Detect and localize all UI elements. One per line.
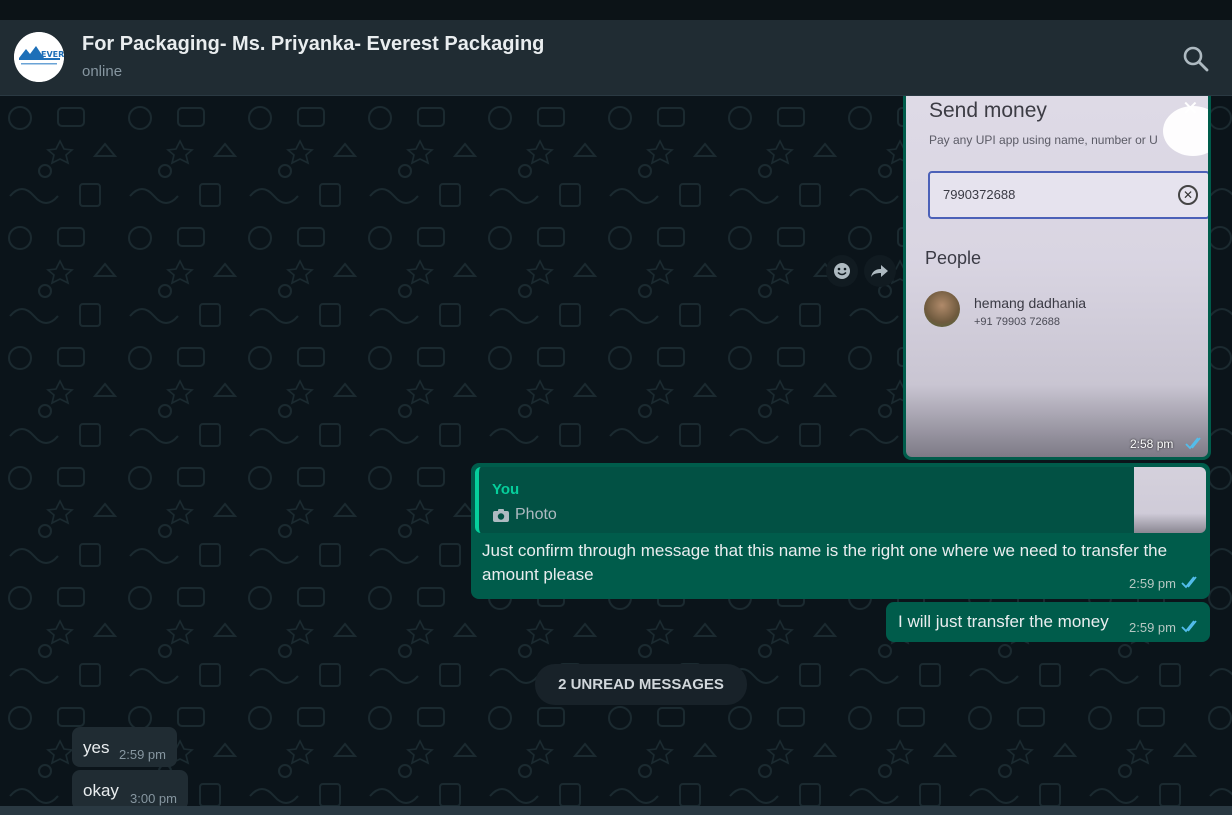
message-time: 2:58 pm [1130,437,1174,451]
quote-thumbnail [1134,467,1206,533]
message-text: yes [83,738,110,757]
chat-header[interactable]: EVEREST For Packaging- Ms. Priyanka- Eve… [0,20,1232,96]
quote-type: Photo [492,506,557,524]
react-button[interactable] [826,255,858,287]
search-icon [1183,46,1209,72]
message-time: 2:59 pm [1129,576,1176,591]
image-message[interactable]: Send money ✕ Pay any UPI app using name,… [903,96,1211,460]
message-text: okay [83,781,119,800]
message-time: 3:00 pm [130,791,177,806]
photo-text-title: Send money [929,99,1047,122]
incoming-message[interactable]: yes 2:59 pm [72,727,177,767]
chat-title[interactable]: For Packaging- Ms. Priyanka- Everest Pac… [82,33,544,56]
camera-icon [493,508,509,522]
photo-text-section: People [925,248,982,268]
photo-person-phone: +91 79903 72688 [974,316,1060,328]
unread-divider: 2 UNREAD MESSAGES [535,664,747,705]
photo-input-box: 7990372688 ✕ [928,171,1208,219]
double-tick-read-icon [1185,437,1201,450]
photo-person-avatar [924,291,960,327]
double-tick-read-icon [1181,576,1197,589]
quote-type-label: Photo [515,506,557,523]
photo-preview[interactable]: Send money ✕ Pay any UPI app using name,… [906,96,1208,457]
window-top-strip [0,0,1232,20]
forward-button[interactable] [864,255,896,287]
contact-avatar[interactable]: EVEREST [14,32,64,82]
reply-message[interactable]: You Photo Just confirm through message t… [471,463,1210,599]
photo-input-value: 7990372688 [943,187,1016,202]
chat-status: online [82,63,123,80]
photo-text-subtitle: Pay any UPI app using name, number or U [929,133,1158,147]
avatar-text: EVEREST [41,50,64,59]
incoming-message[interactable]: okay 3:00 pm [72,770,188,806]
composer-edge [0,806,1232,815]
quoted-message[interactable]: You Photo [475,467,1206,533]
forward-icon [871,265,888,277]
quote-author: You [492,481,520,498]
clear-icon: ✕ [1178,185,1198,205]
message-time: 2:59 pm [119,747,166,762]
message-time: 2:59 pm [1129,620,1176,635]
outgoing-message[interactable]: I will just transfer the money 2:59 pm [886,602,1210,642]
double-tick-read-icon [1181,620,1197,633]
photo-person-name: hemang dadhania [974,295,1087,311]
message-text: I will just transfer the money [898,612,1109,631]
everest-logo-icon: EVEREST [14,32,64,82]
message-text: Just confirm through message that this n… [482,541,1168,584]
emoji-icon [834,263,850,279]
close-icon: ✕ [1182,98,1199,120]
search-button[interactable] [1181,44,1211,74]
message-list[interactable]: Send money ✕ Pay any UPI app using name,… [0,96,1232,806]
